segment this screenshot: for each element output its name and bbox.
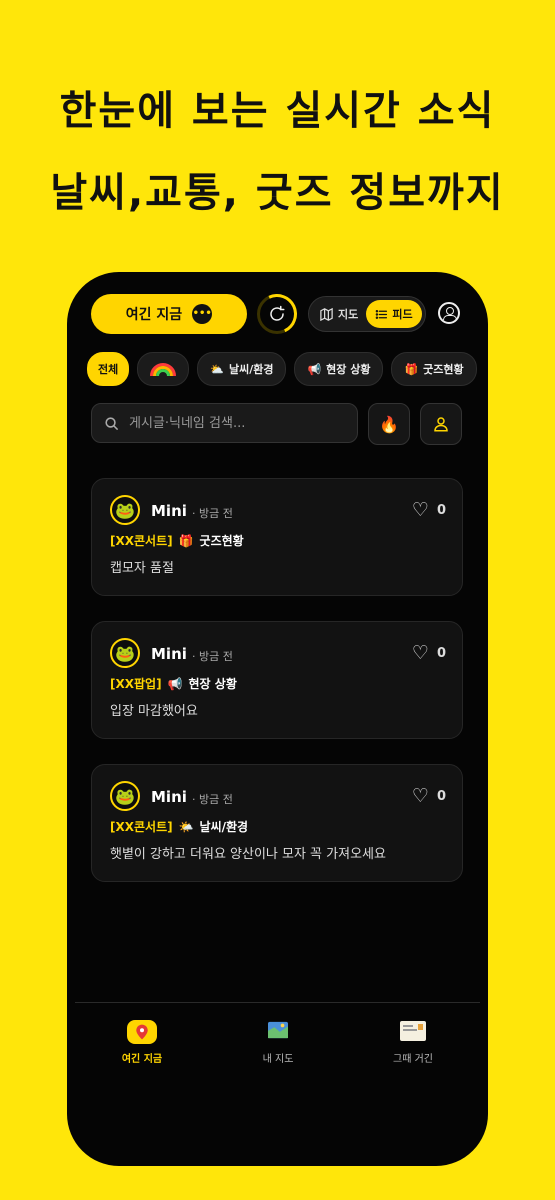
event-tag: [XX콘서트] [110, 534, 173, 548]
filter-weather[interactable]: ⛅ 날씨/환경 [197, 352, 287, 386]
map-icon [320, 307, 333, 321]
post-card[interactable]: 🐸 Mini · 방금 전 ♡ 0 [XX팝업] 📢 현장 상황 입장 마감했어… [91, 621, 463, 739]
map-pin-icon [127, 1020, 157, 1044]
phone-frame: 여긴 지금 ••• 지도 피드 전체 ⛅ 날씨/환경 📢 현장 상황 🎁 굿즈현… [67, 272, 488, 1166]
filter-bar: 전체 ⛅ 날씨/환경 📢 현장 상황 🎁 굿즈현황 [87, 352, 477, 386]
post-category: 굿즈현황 [199, 534, 244, 548]
post-username: Mini [151, 502, 187, 520]
post-meta: [XX팝업] 📢 현장 상황 [110, 675, 237, 692]
nav-my-map-label: 내 지도 [262, 1054, 294, 1065]
toggle-map-button[interactable]: 지도 [319, 297, 358, 331]
toggle-feed-label: 피드 [392, 308, 413, 321]
filter-goods[interactable]: 🎁 굿즈현황 [391, 352, 477, 386]
rainbow-icon [150, 362, 177, 376]
person-icon [434, 417, 448, 432]
nav-back-then-label: 그때 거긴 [393, 1054, 433, 1065]
megaphone-icon: 📢 [307, 362, 322, 376]
heart-icon: ♡ [411, 499, 429, 521]
post-category: 날씨/환경 [199, 820, 249, 834]
post-time: · 방금 전 [192, 650, 233, 663]
frog-avatar-icon: 🐸 [115, 643, 135, 663]
post-category: 현장 상황 [188, 677, 237, 691]
post-card[interactable]: 🐸 Mini · 방금 전 ♡ 0 [XX콘서트] 🌤️ 날씨/환경 햇볕이 강… [91, 764, 463, 882]
gift-icon: 🎁 [404, 362, 419, 376]
like-count: 0 [436, 646, 446, 661]
nav-my-map[interactable]: 내 지도 [218, 1020, 338, 1065]
post-meta: [XX콘서트] 🎁 굿즈현황 [110, 532, 244, 549]
chat-icon: ••• [192, 304, 213, 324]
profile-icon[interactable] [438, 302, 460, 324]
post-meta: [XX콘서트] 🌤️ 날씨/환경 [110, 818, 248, 835]
nav-here-now[interactable]: 여긴 지금 [82, 1020, 202, 1065]
avatar: 🐸 [110, 495, 140, 525]
heart-icon: ♡ [411, 642, 429, 664]
avatar: 🐸 [110, 781, 140, 811]
sun-cloud-icon: 🌤️ [178, 819, 194, 834]
filter-rainbow[interactable] [137, 352, 190, 386]
now-here-label: 여긴 지금 [125, 307, 183, 323]
fire-icon: 🔥 [379, 414, 399, 434]
post-card[interactable]: 🐸 Mini · 방금 전 ♡ 0 [XX콘서트] 🎁 굿즈현황 캡모자 품절 [91, 478, 463, 596]
frog-avatar-icon: 🐸 [115, 500, 135, 520]
app-screen: 여긴 지금 ••• 지도 피드 전체 ⛅ 날씨/환경 📢 현장 상황 🎁 굿즈현… [67, 272, 488, 1166]
map-icon [218, 1020, 338, 1044]
gift-icon: 🎁 [178, 533, 194, 548]
hot-filter-button[interactable]: 🔥 [368, 403, 410, 445]
refresh-button[interactable] [257, 294, 297, 334]
my-posts-button[interactable] [420, 403, 462, 445]
promo-headline-2: 날씨,교통, 굿즈 정보까지 [50, 170, 505, 216]
nav-here-now-label: 여긴 지금 [121, 1054, 163, 1065]
filter-all[interactable]: 전체 [87, 352, 130, 386]
filter-onsite-label: 현장 상황 [326, 363, 371, 376]
post-text: 햇볕이 강하고 더워요 양산이나 모자 꼭 가져오세요 [110, 847, 386, 862]
toggle-map-label: 지도 [338, 308, 359, 321]
heart-icon: ♡ [411, 785, 429, 807]
post-time: · 방금 전 [192, 793, 233, 806]
post-time: · 방금 전 [192, 507, 233, 520]
like-button[interactable]: ♡ 0 [412, 501, 446, 520]
event-tag: [XX팝업] [110, 677, 162, 691]
filter-weather-label: 날씨/환경 [228, 363, 274, 376]
promo-headline-1: 한눈에 보는 실시간 소식 [59, 88, 496, 134]
megaphone-icon: 📢 [167, 676, 183, 691]
post-username: Mini [151, 788, 187, 806]
sun-cloud-icon: ⛅ [210, 362, 224, 376]
post-text: 입장 마감했어요 [110, 704, 198, 719]
toggle-feed-button[interactable]: 피드 [366, 300, 422, 328]
filter-all-label: 전체 [98, 363, 119, 376]
frog-avatar-icon: 🐸 [115, 786, 135, 806]
nav-back-then[interactable]: 그때 거긴 [353, 1020, 473, 1065]
like-count: 0 [436, 789, 446, 804]
list-icon [376, 309, 388, 319]
like-button[interactable]: ♡ 0 [412, 644, 446, 663]
like-button[interactable]: ♡ 0 [412, 787, 446, 806]
filter-onsite[interactable]: 📢 현장 상황 [294, 352, 384, 386]
now-here-button[interactable]: 여긴 지금 ••• [91, 294, 247, 334]
bottom-nav-divider [75, 1002, 480, 1003]
like-count: 0 [436, 503, 446, 518]
post-text: 캡모자 품절 [110, 561, 174, 576]
card-icon [353, 1020, 473, 1044]
avatar: 🐸 [110, 638, 140, 668]
refresh-icon [270, 305, 285, 321]
search-box [91, 403, 358, 443]
post-username: Mini [151, 645, 187, 663]
search-input[interactable] [127, 414, 331, 432]
filter-goods-label: 굿즈현황 [423, 363, 464, 376]
event-tag: [XX콘서트] [110, 820, 173, 834]
view-toggle: 지도 피드 [308, 296, 426, 332]
search-icon [105, 416, 118, 430]
